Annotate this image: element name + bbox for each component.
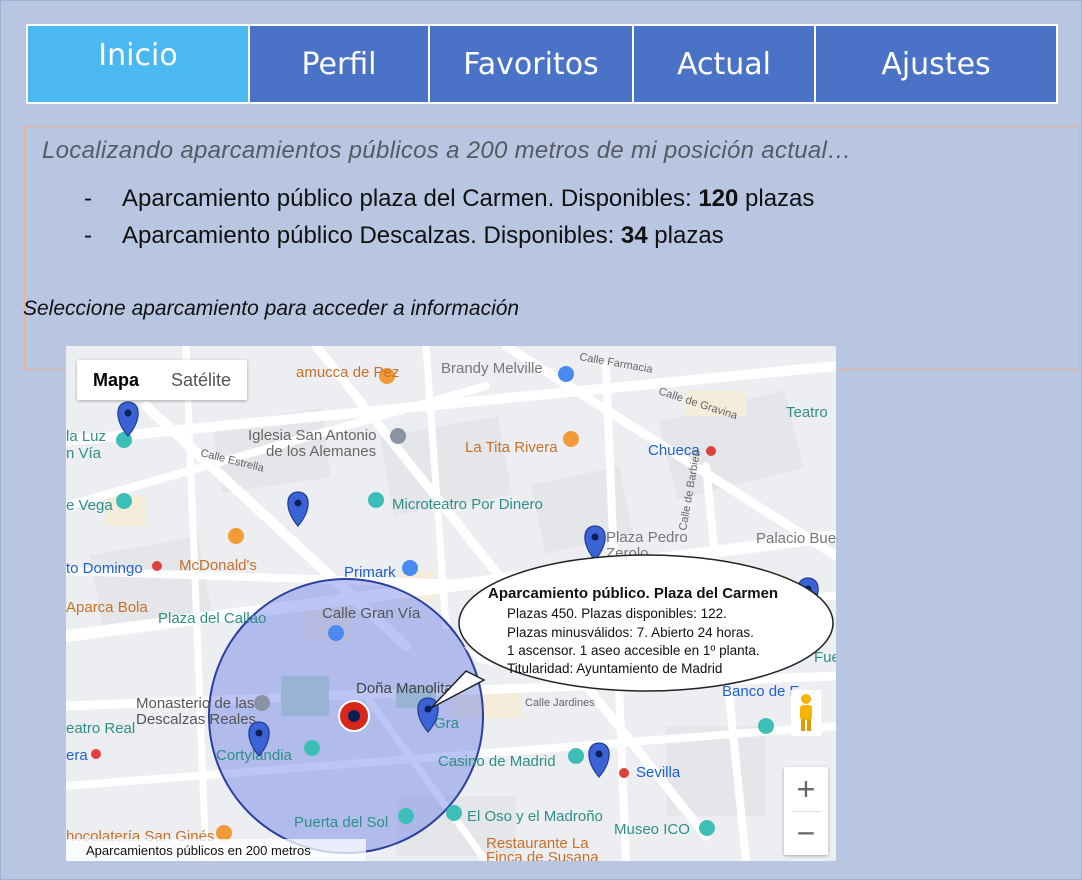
poi-label: Puerta del Sol	[294, 814, 388, 831]
result-unit: plazas	[647, 222, 724, 249]
popup-line: Titularidad: Ayuntamiento de Madrid	[507, 661, 723, 676]
popup-line: Plazas minusválidos: 7. Abierto 24 horas…	[507, 625, 754, 640]
poi-label: Fue	[814, 649, 836, 666]
tab-actual[interactable]: Actual	[634, 26, 816, 102]
poi-label: Banco de E	[722, 683, 800, 700]
tab-perfil[interactable]: Perfil	[250, 26, 430, 102]
map-type-map-button[interactable]: Mapa	[77, 360, 155, 400]
zoom-out-button[interactable]: −	[784, 811, 828, 855]
poi-label: to Domingo	[66, 560, 143, 577]
poi-label: n Vía	[66, 445, 102, 462]
poi-label: Primark	[344, 564, 396, 581]
poi-label: Brandy Melville	[441, 360, 543, 377]
poi-label: la Luz	[66, 428, 106, 445]
poi-label: eatro Real	[66, 720, 135, 737]
result-count: 120	[698, 185, 739, 212]
poi-label: Museo ICO	[614, 821, 690, 838]
tab-favoritos[interactable]: Favoritos	[430, 26, 634, 102]
list-dash: -	[84, 185, 92, 212]
current-position-icon	[338, 700, 370, 732]
poi-label: Aparca Bola	[66, 599, 148, 616]
poi-label: Teatro	[786, 404, 828, 421]
poi-label: Finca de Susana	[486, 849, 599, 861]
list-dash: -	[84, 222, 92, 249]
popup-title: Aparcamiento público. Plaza del Carmen	[488, 585, 779, 602]
poi-label: La Tita Rivera	[465, 439, 558, 456]
poi-label: Plaza del Callao	[158, 610, 266, 627]
map-canvas: amucca de Pez Brandy Melville Calle Farm…	[66, 346, 836, 861]
poi-label: Gra	[434, 715, 460, 732]
tab-ajustes[interactable]: Ajustes	[816, 26, 1056, 102]
zoom-in-button[interactable]: +	[784, 767, 828, 811]
street-view-pegman-icon[interactable]	[791, 690, 821, 736]
poi-label: Descalzas Reales	[136, 711, 256, 728]
map-caption: Aparcamientos públicos en 200 metros	[86, 843, 311, 858]
searching-status: Localizando aparcamientos públicos a 200…	[42, 137, 852, 164]
result-count: 34	[620, 222, 648, 249]
poi-label: Plaza Pedro	[606, 529, 688, 546]
nav-tabs: Inicio Perfil Favoritos Actual Ajustes	[26, 24, 1058, 104]
popup-line: 1 ascensor. 1 aseo accesible en 1º plant…	[507, 643, 760, 658]
result-text: Aparcamiento público Descalzas. Disponib…	[122, 222, 621, 249]
street-label: Calle Jardines	[525, 697, 595, 709]
poi-label: de los Alemanes	[266, 443, 376, 460]
poi-label: Doña Manolita	[356, 680, 453, 697]
result-unit: plazas	[738, 185, 815, 212]
poi-label: Monasterio de las	[136, 695, 254, 712]
tab-inicio[interactable]: Inicio	[28, 26, 250, 102]
poi-label: Sevilla	[636, 764, 681, 781]
poi-label: Iglesia San Antonio	[248, 427, 376, 444]
poi-label: McDonald's	[179, 557, 257, 574]
poi-label: Microteatro Por Dinero	[392, 496, 543, 513]
street-label: Calle Gran Vía	[322, 605, 421, 622]
popup-line: Plazas 450. Plazas disponibles: 122.	[507, 606, 727, 621]
poi-label: Casino de Madrid	[438, 753, 556, 770]
map-type-satellite-button[interactable]: Satélite	[155, 360, 247, 400]
poi-label: El Oso y el Madroño	[467, 808, 603, 825]
zoom-divider	[792, 811, 820, 812]
zoom-controls: + −	[784, 767, 828, 855]
poi-label: Palacio Buenav	[756, 530, 836, 547]
poi-label: e Vega	[66, 497, 113, 514]
poi-label: amucca de Pez	[296, 364, 399, 381]
map-type-toggle: Mapa Satélite	[77, 360, 248, 400]
result-item-descalzas[interactable]: - Aparcamiento público Descalzas. Disponi…	[84, 222, 724, 250]
poi-label: era	[66, 747, 88, 764]
result-item-plaza-carmen[interactable]: - Aparcamiento público plaza del Carmen. …	[84, 185, 814, 213]
map-view[interactable]: amucca de Pez Brandy Melville Calle Farm…	[66, 346, 836, 861]
result-text: Aparcamiento público plaza del Carmen. D…	[122, 185, 699, 212]
select-prompt: Seleccione aparcamiento para acceder a i…	[23, 297, 520, 320]
